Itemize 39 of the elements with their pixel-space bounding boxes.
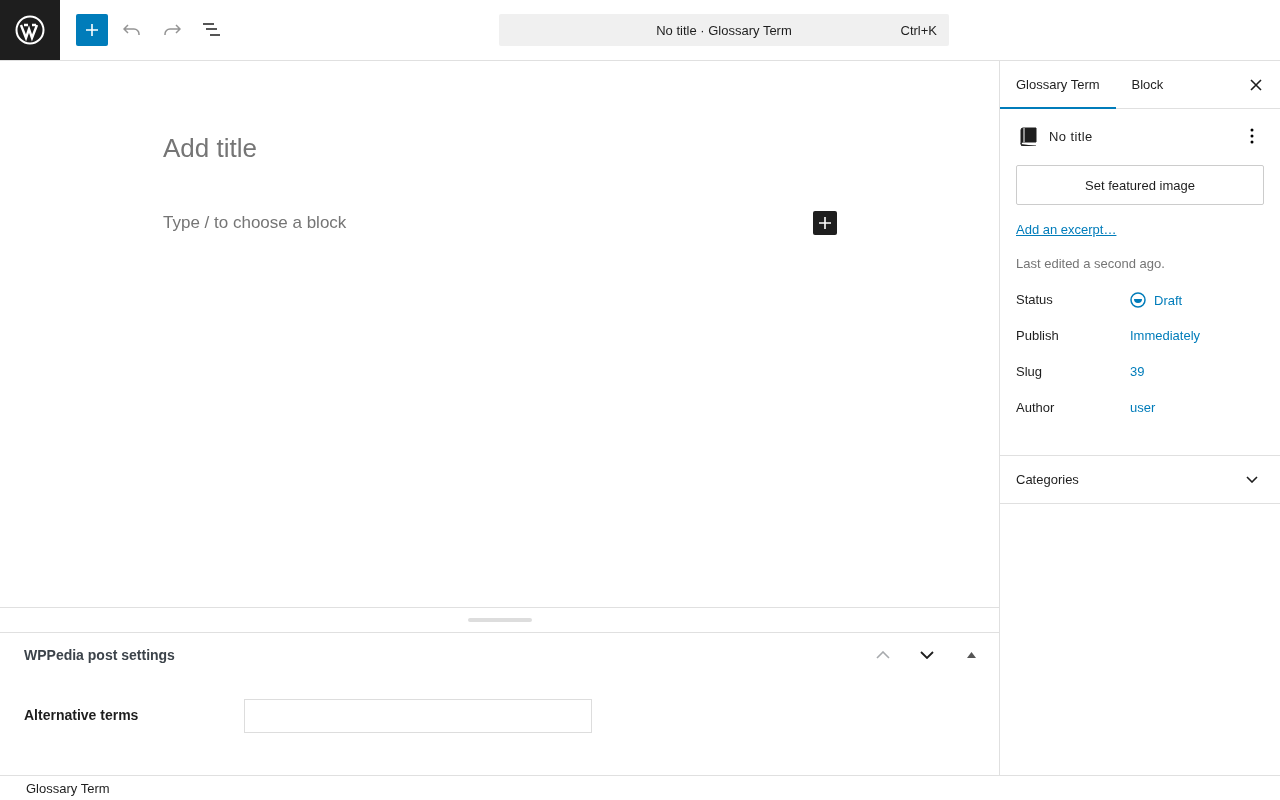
row-label: Status — [1016, 291, 1054, 307]
draft-status-icon — [1130, 292, 1146, 308]
resize-handle[interactable] — [467, 618, 532, 622]
kebab-menu-icon — [1250, 128, 1254, 144]
row-label: Publish — [1016, 327, 1060, 343]
last-edited-text: Last edited a second ago. — [1016, 256, 1166, 271]
undo-icon — [123, 24, 141, 36]
row-value-button[interactable]: Immediately — [1130, 325, 1201, 343]
plus-icon — [85, 23, 99, 37]
field-label: Alternative terms — [24, 707, 140, 723]
chevron-up-icon — [876, 651, 890, 659]
row-value-button[interactable]: Draft — [1130, 289, 1183, 308]
add-excerpt-link[interactable]: Add an excerpt… — [1016, 222, 1117, 237]
row-value-button[interactable]: 39 — [1130, 361, 1145, 379]
breadcrumb[interactable]: Glossary Term — [26, 780, 110, 796]
sidebar-tab[interactable]: Glossary Term — [1000, 61, 1116, 109]
add-block-button[interactable] — [813, 211, 837, 235]
block-placeholder[interactable]: Type / to choose a block — [163, 213, 347, 233]
plus-icon — [819, 217, 831, 229]
categories-panel-toggle[interactable]: Categories — [1000, 456, 1280, 503]
chevron-down-icon — [920, 651, 934, 659]
command-palette-button[interactable]: No title · Glossary Term Ctrl+K — [499, 14, 949, 46]
row-label: Slug — [1016, 363, 1044, 379]
set-featured-image-button[interactable]: Set featured image — [1016, 165, 1264, 205]
metabox-title: WPPedia post settings — [24, 647, 175, 663]
redo-icon — [163, 24, 181, 36]
row-label: Author — [1016, 399, 1056, 415]
post-title: No title — [1049, 128, 1094, 144]
title-field[interactable]: Add title — [163, 133, 837, 165]
list-view-icon — [202, 23, 222, 37]
input-field[interactable] — [244, 699, 592, 733]
close-icon — [1250, 78, 1262, 91]
sidebar-tab[interactable]: Block — [1115, 61, 1180, 109]
wordpress-icon — [15, 15, 45, 45]
row-value-button[interactable]: user — [1130, 397, 1156, 415]
chevron-icon — [1246, 476, 1258, 483]
wordpress-logo[interactable] — [0, 0, 60, 60]
book-icon — [1020, 126, 1037, 146]
triangle-up-icon — [966, 652, 976, 658]
